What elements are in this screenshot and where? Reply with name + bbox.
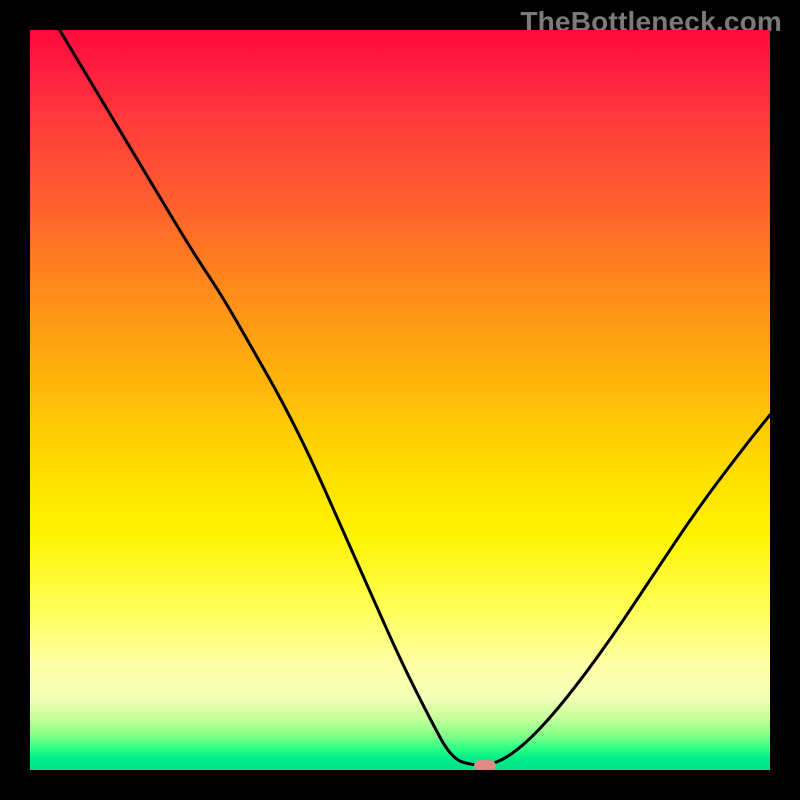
- minimum-marker: [474, 760, 496, 770]
- curve-path: [60, 30, 770, 765]
- plot-area: [30, 30, 770, 770]
- bottleneck-curve: [30, 30, 770, 770]
- chart-frame: TheBottleneck.com: [0, 0, 800, 800]
